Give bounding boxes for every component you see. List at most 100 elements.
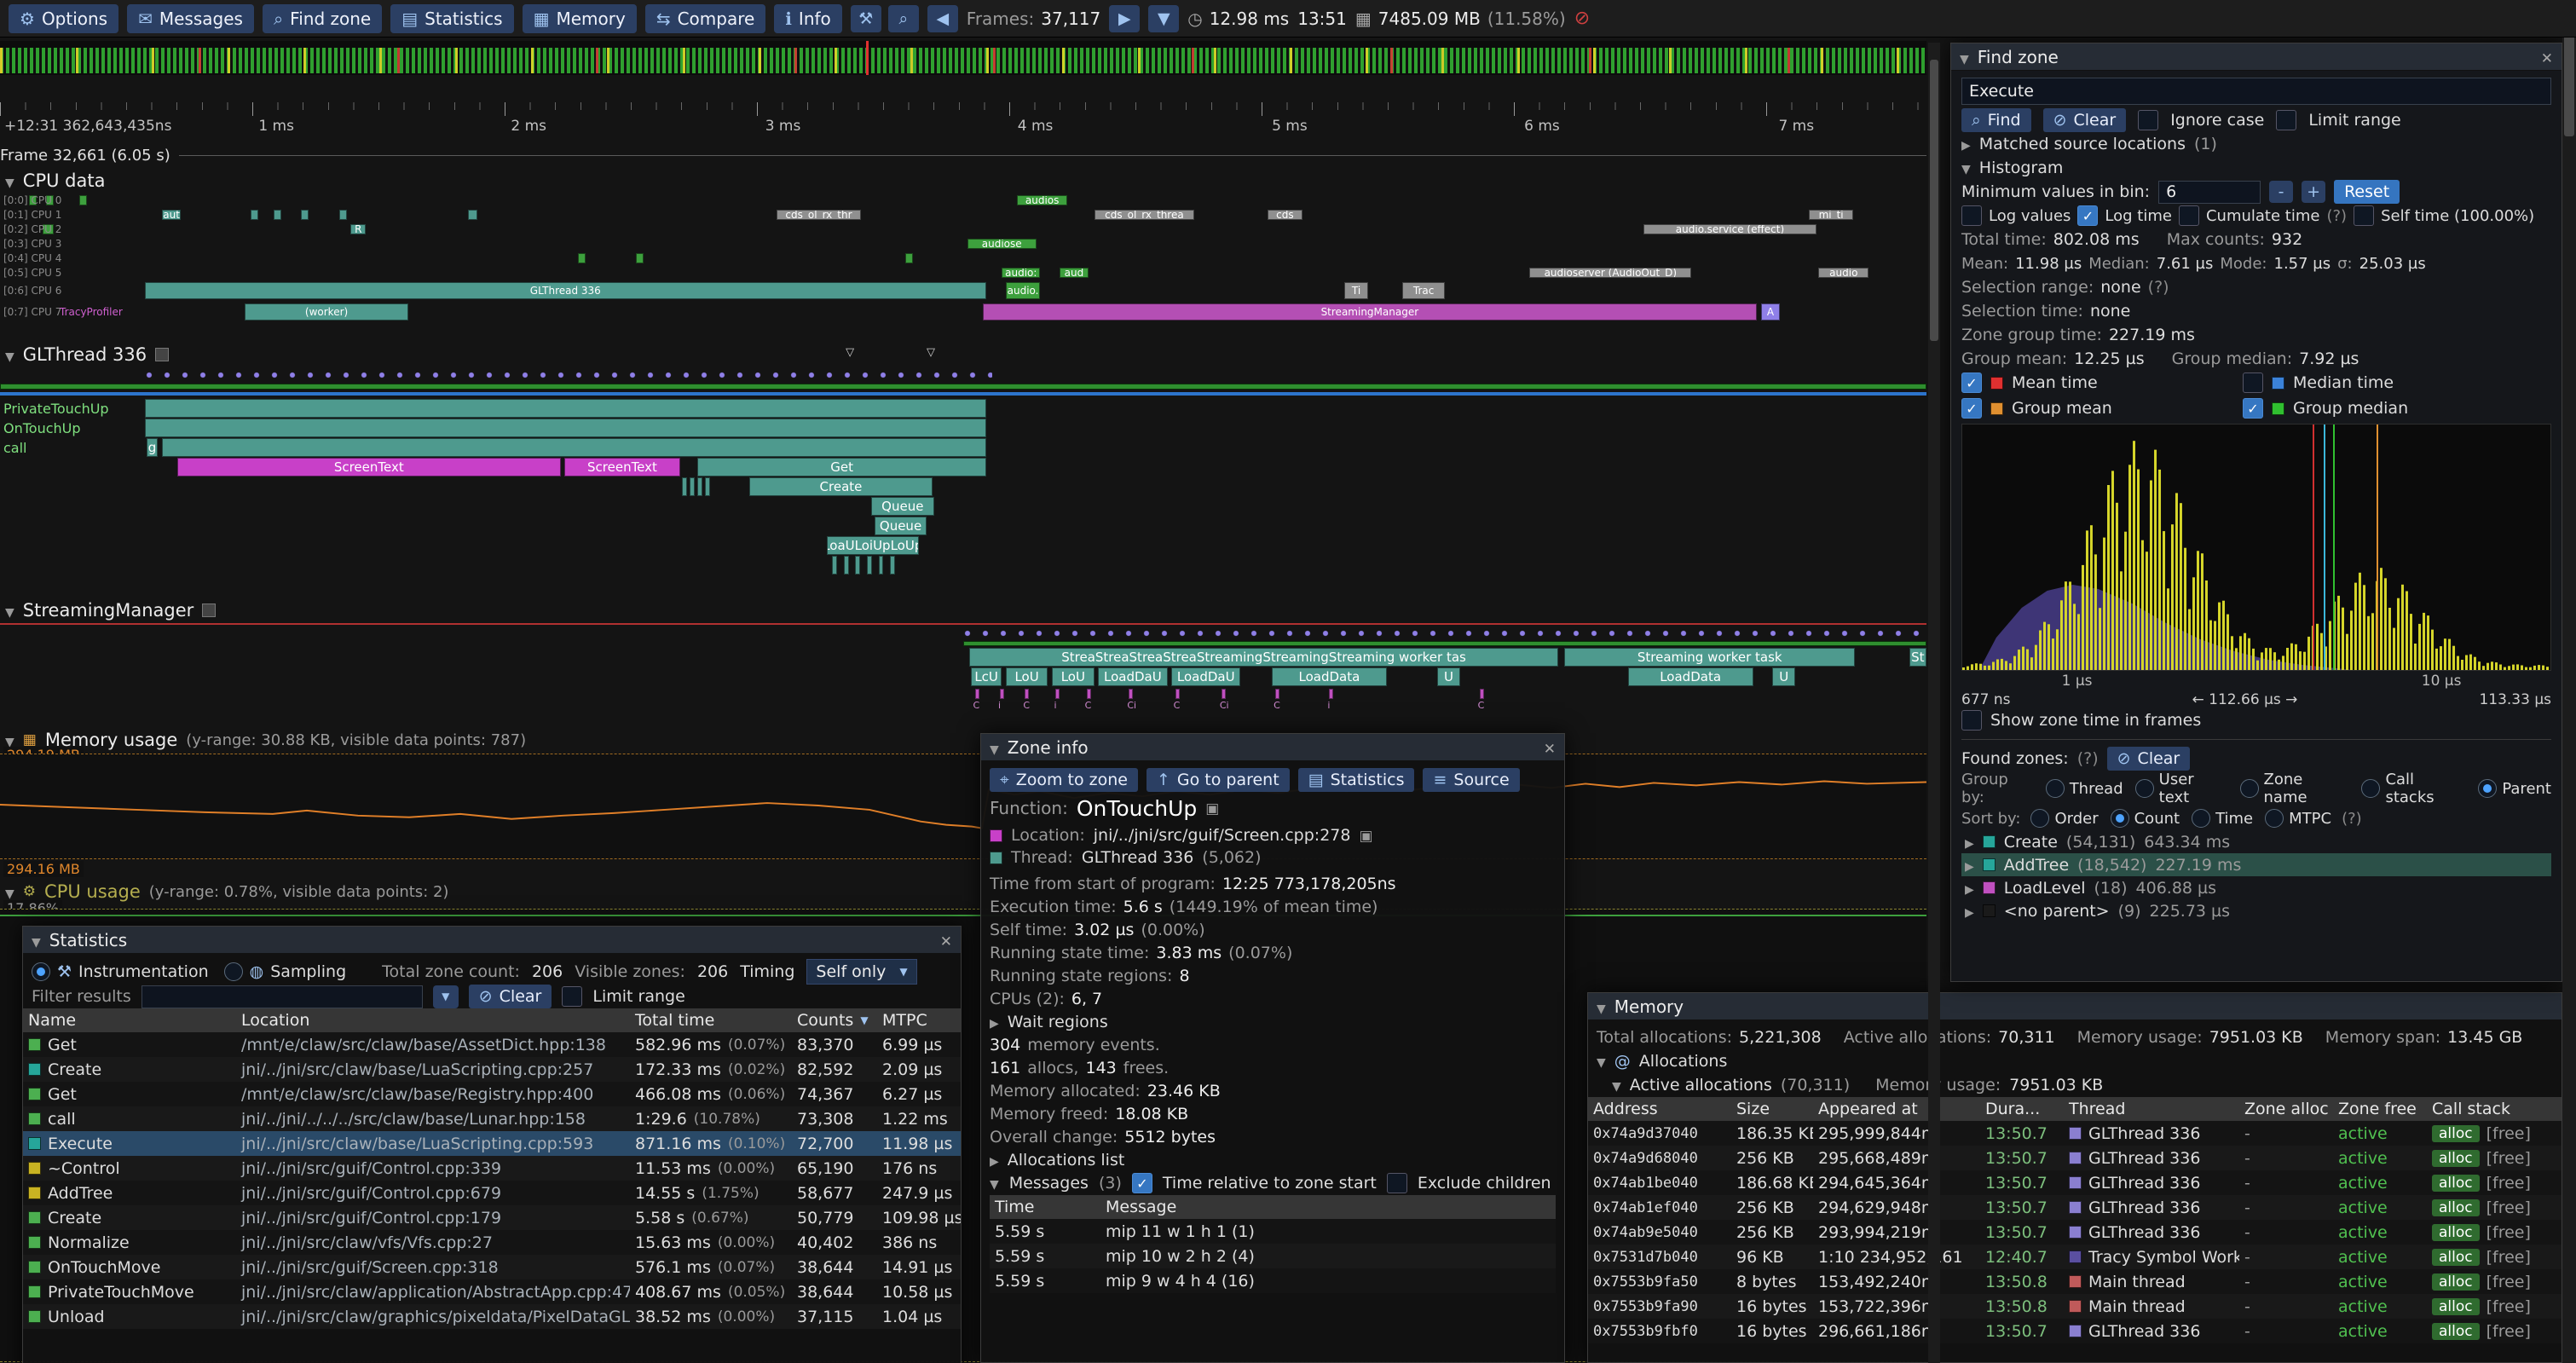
streaming-header[interactable]: StreamingManager bbox=[5, 600, 216, 621]
allocation-row[interactable]: 0x74ab9e5040 256 KB 293,994,219ns 13:50.… bbox=[1588, 1220, 2562, 1245]
timeline-zone[interactable] bbox=[867, 556, 872, 575]
allocation-row[interactable]: 0x74ab1be040 186.68 KB 294,645,364ns 13:… bbox=[1588, 1170, 2562, 1195]
timeline-zone[interactable] bbox=[682, 477, 687, 496]
cpu-zone-segment[interactable]: mi_ti bbox=[1809, 210, 1853, 220]
limit-range-checkbox[interactable] bbox=[562, 986, 582, 1007]
timeline-zone[interactable]: g bbox=[147, 438, 159, 457]
cpu-row[interactable]: [0:4] CPU 4 bbox=[0, 252, 1926, 264]
timeline-zone[interactable]: LcU bbox=[971, 667, 1002, 686]
reset-button[interactable]: Reset bbox=[2334, 180, 2400, 204]
found-clear-button[interactable]: ⊘ Clear bbox=[2107, 747, 2191, 771]
find-zone-histogram[interactable] bbox=[1961, 424, 2551, 671]
col-size[interactable]: Size bbox=[1731, 1100, 1813, 1118]
cpu-zone-segment[interactable]: StreamingManager bbox=[983, 303, 1758, 321]
allocations-toggle[interactable]: @ Allocations bbox=[1597, 1049, 2553, 1073]
timeline-zone[interactable]: ScreenText bbox=[564, 458, 680, 476]
cpu-zone-segment[interactable]: audio. bbox=[1006, 282, 1041, 299]
timeline-zone[interactable] bbox=[1025, 689, 1029, 699]
messages-table-header[interactable]: Time Message bbox=[990, 1195, 1556, 1219]
toolbar-button[interactable]: ▤ Statistics bbox=[390, 4, 513, 33]
relative-time-checkbox[interactable] bbox=[1132, 1173, 1152, 1193]
timeline-zone[interactable] bbox=[1480, 689, 1484, 699]
allocation-row[interactable]: 0x74a9d68040 256 KB 295,668,489ns 13:50.… bbox=[1588, 1146, 2562, 1170]
cpu-zone-segment[interactable]: aud bbox=[1060, 268, 1089, 278]
disconnect-icon[interactable]: ⊘ bbox=[1574, 8, 1590, 29]
col-thread[interactable]: Thread bbox=[2064, 1100, 2239, 1118]
cpu-zone-segment[interactable] bbox=[339, 210, 347, 220]
find-zone-titlebar[interactable]: Find zone bbox=[1951, 43, 2562, 71]
timeline-zone[interactable]: LoadData bbox=[1272, 667, 1388, 686]
col-time[interactable]: Time bbox=[990, 1198, 1100, 1216]
stats-table-row[interactable]: Get /mnt/e/claw/src/claw/base/AssetDict.… bbox=[23, 1032, 961, 1057]
close-icon[interactable] bbox=[940, 930, 952, 950]
sort-by-option[interactable]: Count bbox=[2111, 809, 2180, 828]
timeline-zone[interactable]: StreaStreaStreaStreaStreamingStreamingSt… bbox=[969, 648, 1559, 667]
close-icon[interactable] bbox=[1544, 737, 1556, 758]
timeline-zone[interactable]: LoadDaU bbox=[1171, 667, 1240, 686]
alloc-callstack-button[interactable]: alloc bbox=[2432, 1323, 2480, 1340]
timeline-zone[interactable]: Queue bbox=[871, 497, 935, 516]
cpu-row[interactable]: [0:6] CPU 6 GLThread 336 audio. Ti Trac bbox=[0, 281, 1926, 300]
legend-item[interactable]: Median time bbox=[2243, 371, 2524, 395]
allocation-row[interactable]: 0x7553b9fbf0 16 bytes 296,661,186ns 13:5… bbox=[1588, 1319, 2562, 1343]
cpu-zone-segment[interactable]: Trac bbox=[1402, 282, 1445, 299]
cpu-zone-segment[interactable] bbox=[905, 253, 913, 263]
message-row[interactable]: 5.59 s mip 11 w 1 h 1 (1) bbox=[990, 1219, 1556, 1244]
zone-info-button[interactable]: ≡ Source bbox=[1423, 768, 1519, 792]
timeline-zone[interactable]: Streaming worker task bbox=[1564, 648, 1855, 667]
found-zone-group[interactable]: <no parent> (9) 225.73 µs bbox=[1961, 899, 2551, 922]
memory-table-header[interactable]: Address Size Appeared at Dura... Thread … bbox=[1588, 1097, 2562, 1121]
copy-icon[interactable] bbox=[1205, 799, 1219, 817]
legend-checkbox[interactable] bbox=[1961, 373, 1982, 393]
col-zone-free[interactable]: Zone free bbox=[2333, 1100, 2427, 1118]
mode-radio-option[interactable]: ⚒ Instrumentation bbox=[32, 962, 209, 981]
cpu-zone-segment[interactable]: R bbox=[350, 224, 366, 234]
stats-table-row[interactable]: ~Control jni/../jni/src/guif/Control.cpp… bbox=[23, 1156, 961, 1181]
memory-plot[interactable] bbox=[0, 754, 1926, 859]
stats-table-row[interactable]: AddTree jni/../jni/src/guif/Control.cpp:… bbox=[23, 1181, 961, 1205]
cpu-row[interactable]: [0:7] CPU 7 TracyProfiler (worker) Strea… bbox=[0, 303, 1926, 321]
cpu-zone-segment[interactable]: (worker) bbox=[245, 303, 408, 321]
cpu-zone-segment[interactable] bbox=[274, 210, 281, 220]
cpu-plot-header[interactable]: ⚙ CPU usage (y-range: 0.78%, visible dat… bbox=[5, 881, 448, 902]
timeline-zone[interactable] bbox=[855, 556, 860, 575]
group-by-option[interactable]: User text bbox=[2135, 771, 2228, 806]
frame-label-row[interactable]: Frame 32,661 (6.05 s) bbox=[0, 145, 1926, 165]
cpu-zone-segment[interactable] bbox=[301, 210, 309, 220]
find-clear-button[interactable]: ⊘ Clear bbox=[2043, 108, 2127, 132]
message-row[interactable]: 5.59 s mip 10 w 2 h 2 (4) bbox=[990, 1244, 1556, 1268]
cpu-row[interactable]: [0:0] CPU 0 audios bbox=[0, 194, 1926, 206]
allocations-list-toggle[interactable]: Allocations list bbox=[990, 1148, 1556, 1171]
alloc-callstack-button[interactable]: alloc bbox=[2432, 1125, 2480, 1142]
alloc-callstack-button[interactable]: alloc bbox=[2432, 1298, 2480, 1315]
cpu-row[interactable]: [0:1] CPU 1 aut bbox=[0, 209, 1926, 221]
log-values-checkbox[interactable] bbox=[1961, 205, 1982, 226]
timeline-zone[interactable] bbox=[162, 438, 986, 457]
filter-funnel-icon[interactable]: ▼ bbox=[433, 985, 459, 1008]
timeline-zone[interactable] bbox=[1275, 689, 1279, 699]
cpu-zone-segment[interactable]: audio bbox=[1818, 268, 1868, 278]
timeline-zone[interactable]: LoU bbox=[1006, 667, 1048, 686]
group-by-option[interactable]: Call stacks bbox=[2361, 771, 2466, 806]
thread-options-icon[interactable] bbox=[202, 604, 216, 617]
legend-item[interactable]: Group mean bbox=[1961, 396, 2243, 420]
timeline-zone[interactable] bbox=[705, 477, 710, 496]
timeline-zone[interactable]: LoaULoiUpLoUp bbox=[827, 536, 919, 555]
cpu-row[interactable]: [0:5] CPU 5 audio: aud audioserver (Audi… bbox=[0, 267, 1926, 279]
cpu-zone-segment[interactable]: A bbox=[1761, 303, 1781, 321]
message-row[interactable]: 5.59 s mip 9 w 4 h 4 (16) bbox=[990, 1268, 1556, 1293]
find-button[interactable]: ⌕ Find bbox=[1961, 108, 2031, 132]
page-scrollbar[interactable] bbox=[2562, 0, 2576, 1363]
allocation-row[interactable]: 0x74a9d37040 186.35 KB 295,999,844ns 13:… bbox=[1588, 1121, 2562, 1146]
mode-radio-option[interactable]: ◍ Sampling bbox=[224, 962, 347, 981]
col-counts[interactable]: Counts▼ bbox=[792, 1011, 877, 1030]
col-mtpc[interactable]: MTPC bbox=[877, 1011, 961, 1030]
active-allocations-toggle[interactable]: Active allocations (70,311) Memory usage… bbox=[1597, 1073, 2553, 1097]
histogram-toggle[interactable]: Histogram bbox=[1961, 156, 2551, 180]
col-total-time[interactable]: Total time bbox=[630, 1011, 792, 1030]
cpu-zone-segment[interactable] bbox=[468, 210, 477, 220]
timeline-zone[interactable]: Queue bbox=[875, 517, 927, 535]
toolbar-button[interactable]: ⚙ Options bbox=[9, 4, 118, 33]
thread-options-icon[interactable] bbox=[155, 348, 169, 361]
col-location[interactable]: Location bbox=[236, 1011, 630, 1030]
